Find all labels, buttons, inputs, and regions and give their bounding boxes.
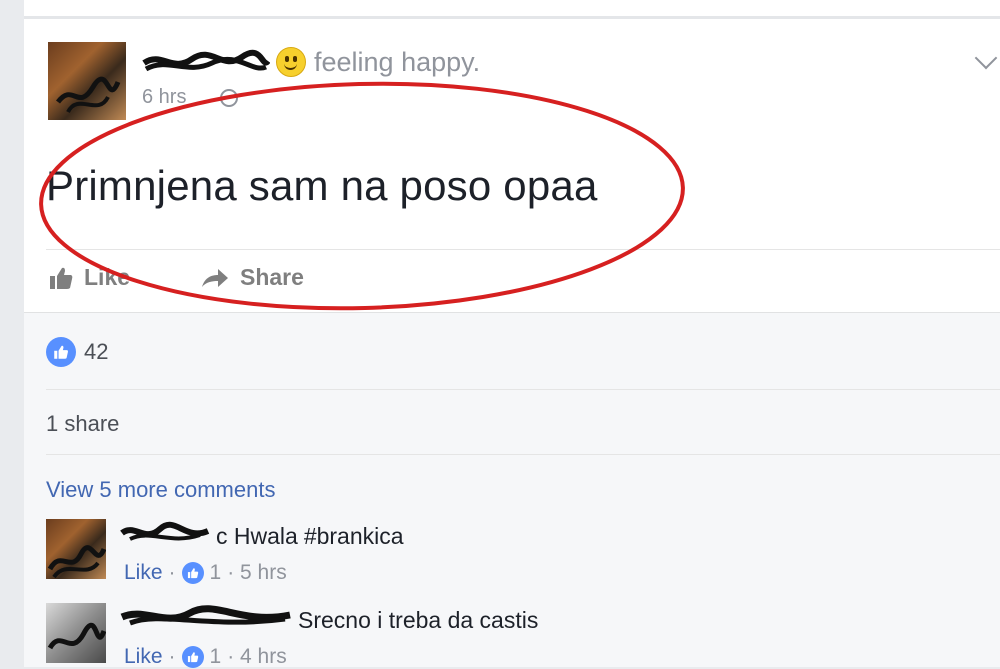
like-reaction-icon [181,646,204,668]
post-timestamp-row: 6 hrs [142,86,239,109]
view-more-comments-link[interactable]: View 5 more comments [46,477,275,503]
separator: · [168,645,176,668]
reactions-and-comments: 42 1 share View 5 more comments c Hwala … [24,312,1000,669]
divider [46,389,1000,390]
divider [46,249,1000,250]
comment: Srecno i treba da castis [120,605,538,635]
comment-text: Srecno i treba da castis [298,606,539,633]
comment-text: #brankica [303,522,404,549]
comment-like-link[interactable]: Like [124,561,163,585]
comment-avatar[interactable] [46,519,106,579]
comment-like-count: 1 [209,561,222,584]
post-card: feeling happy. 6 hrs Primnjena sam na po… [24,0,1000,669]
commenter-name[interactable] [120,605,292,635]
comment-like-count: 1 [209,645,222,668]
divider [46,454,1000,455]
author-avatar[interactable] [48,42,126,120]
author-name-redacted[interactable] [142,49,271,75]
shares-count[interactable]: 1 share [46,411,119,437]
post-body: Primnjena sam na poso opaa [46,162,598,209]
feeling-text: feeling happy. [314,46,481,77]
comment: c Hwala #brankica [120,521,404,551]
share-button[interactable]: Share [200,264,304,291]
post-header: feeling happy. [142,44,480,80]
globe-icon [220,88,239,107]
redaction-scribble-icon [47,622,106,650]
thumbs-up-icon [50,267,73,289]
commenter-name-visible: c Hwala [216,522,298,549]
comment-meta: Like · 1 · 5 hrs [124,561,287,585]
likes-summary[interactable]: 42 [46,337,108,367]
page-gutter [0,0,25,666]
comment-like-link[interactable]: Like [124,645,163,669]
likes-count: 42 [84,339,109,364]
post-time[interactable]: 6 hrs [142,86,186,109]
comment-time[interactable]: · 5 hrs [227,561,287,585]
share-label: Share [240,264,304,290]
name-redaction [120,605,292,629]
comment-time[interactable]: · 4 hrs [227,645,287,669]
share-arrow-icon [202,268,228,287]
like-button[interactable]: Like [48,264,130,291]
like-label: Like [84,264,131,290]
like-reaction-icon [46,337,76,367]
comment-meta: Like · 1 · 4 hrs [124,645,287,669]
like-reaction-icon [181,562,204,584]
redaction-scribble-icon [47,545,106,579]
smiley-icon [276,47,306,77]
separator: · [168,561,176,584]
chevron-down-icon[interactable] [974,46,998,70]
redaction-scribble-icon [56,76,121,114]
name-redaction [120,521,210,545]
commenter-name[interactable] [120,521,210,551]
previous-post-edge [24,0,1000,19]
comment-avatar[interactable] [46,603,106,663]
